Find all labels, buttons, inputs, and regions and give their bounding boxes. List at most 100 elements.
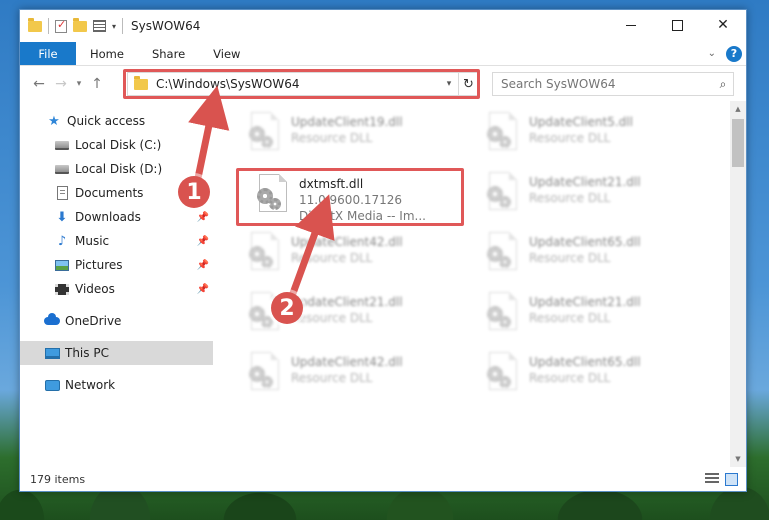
- list-item[interactable]: UpdateClient65.dll Resource DLL: [485, 232, 641, 280]
- sidebar-item-pictures[interactable]: Pictures 📌: [20, 253, 213, 277]
- file-name: UpdateClient65.dll: [529, 235, 641, 249]
- list-item[interactable]: UpdateClient42.dll Resource DLL: [247, 232, 403, 280]
- sidebar-item-local-disk-c[interactable]: Local Disk (C:): [20, 133, 213, 157]
- large-icons-view-icon[interactable]: [725, 472, 738, 486]
- dll-file-icon: [247, 352, 281, 394]
- document-icon: [54, 186, 70, 200]
- pin-icon[interactable]: 📌: [197, 236, 209, 247]
- pin-icon[interactable]: 📌: [197, 212, 209, 223]
- list-item[interactable]: UpdateClient21.dll Resource DLL: [247, 292, 403, 340]
- close-icon: ✕: [717, 17, 729, 33]
- sidebar-item-label: Pictures: [75, 258, 123, 272]
- sidebar-item-label: Downloads: [75, 210, 141, 224]
- window-title: SysWOW64: [131, 19, 201, 33]
- download-icon: ⬇: [56, 209, 68, 225]
- dll-file-icon: [485, 232, 519, 274]
- sidebar-item-label: Network: [65, 378, 116, 392]
- file-name: dxtmsft.dll: [299, 177, 364, 191]
- chevron-down-icon: ▾: [76, 79, 82, 89]
- star-icon: ★: [48, 113, 60, 129]
- dll-file-icon: [485, 292, 519, 334]
- scrollbar-thumb[interactable]: [732, 119, 744, 167]
- sidebar-item-downloads[interactable]: ⬇ Downloads 📌: [20, 205, 213, 229]
- file-type: Resource DLL: [529, 191, 611, 205]
- dll-file-icon: [485, 112, 519, 154]
- list-item[interactable]: UpdateClient21.dll Resource DLL: [485, 292, 641, 340]
- expand-ribbon-chevron-icon[interactable]: ⌄: [708, 48, 716, 59]
- address-dropdown-chevron-icon[interactable]: ▾: [440, 79, 458, 89]
- dll-file-icon: [485, 352, 519, 394]
- close-button[interactable]: ✕: [700, 10, 746, 40]
- help-icon[interactable]: ?: [726, 45, 742, 62]
- sidebar-item-label: Local Disk (D:): [75, 162, 163, 176]
- tab-share[interactable]: Share: [138, 42, 199, 65]
- back-button[interactable]: ←: [28, 73, 50, 95]
- tab-file[interactable]: File: [20, 42, 76, 65]
- selected-file-item[interactable]: dxtmsft.dll 11.0.9600.17126 DirectX Medi…: [255, 174, 426, 223]
- step-1-badge: 1: [178, 176, 210, 208]
- search-input[interactable]: [501, 77, 713, 91]
- pin-icon[interactable]: 📌: [197, 284, 209, 295]
- scroll-up-icon[interactable]: ▲: [730, 101, 746, 117]
- maximize-button[interactable]: [654, 10, 700, 40]
- file-name: UpdateClient5.dll: [529, 115, 633, 129]
- ribbon-tabs: File Home Share View ⌄ ?: [20, 42, 746, 66]
- sidebar-item-label: Documents: [75, 186, 144, 200]
- back-arrow-icon: ←: [33, 76, 45, 92]
- recent-locations-button[interactable]: ▾: [72, 73, 86, 95]
- sidebar-item-this-pc[interactable]: This PC: [20, 341, 213, 365]
- tab-view[interactable]: View: [199, 42, 254, 65]
- step-2-badge: 2: [271, 292, 303, 324]
- list-item[interactable]: UpdateClient19.dll Resource DLL: [247, 112, 403, 160]
- explorer-window: ▾ SysWOW64 ✕ File Home Share View ⌄ ? ← …: [19, 9, 747, 492]
- pc-icon: [44, 346, 60, 360]
- list-item[interactable]: UpdateClient21.dll Resource DLL: [485, 172, 641, 220]
- search-box[interactable]: ⌕: [492, 72, 734, 96]
- forward-button[interactable]: →: [50, 73, 72, 95]
- vertical-scrollbar[interactable]: ▲ ▼: [730, 101, 746, 467]
- sidebar-item-quick-access[interactable]: ★ Quick access: [20, 109, 213, 133]
- list-item[interactable]: UpdateClient65.dll Resource DLL: [485, 352, 641, 400]
- folder-icon[interactable]: [28, 17, 42, 32]
- file-name: UpdateClient42.dll: [291, 355, 403, 369]
- file-list: UpdateClient19.dll Resource DLL UpdateCli…: [225, 102, 730, 467]
- up-arrow-icon: ↑: [91, 76, 103, 92]
- scroll-down-icon[interactable]: ▼: [730, 451, 746, 467]
- sidebar-item-label: OneDrive: [65, 314, 122, 328]
- network-icon: [44, 378, 60, 392]
- tab-home[interactable]: Home: [76, 42, 138, 65]
- disk-icon: [54, 138, 70, 152]
- minimize-button[interactable]: [608, 10, 654, 40]
- sidebar-item-videos[interactable]: Videos 📌: [20, 277, 213, 301]
- file-version: 11.0.9600.17126: [299, 193, 403, 207]
- navigation-pane: ★ Quick access Local Disk (C:) Local Dis…: [20, 109, 213, 467]
- customize-toolbar-chevron-icon[interactable]: ▾: [112, 22, 116, 31]
- file-type: Resource DLL: [529, 131, 611, 145]
- sidebar-item-network[interactable]: Network: [20, 373, 213, 397]
- file-type: Resource DLL: [291, 131, 373, 145]
- details-view-icon[interactable]: [705, 472, 719, 485]
- file-description: DirectX Media -- Im...: [299, 209, 426, 223]
- new-folder-icon[interactable]: [73, 17, 87, 32]
- sidebar-item-music[interactable]: ♪ Music 📌: [20, 229, 213, 253]
- pin-icon[interactable]: 📌: [197, 260, 209, 271]
- properties-icon[interactable]: [93, 20, 106, 32]
- quick-access-toolbar: ▾: [20, 17, 124, 34]
- search-icon[interactable]: ⌕: [713, 77, 733, 92]
- sidebar-item-local-disk-d[interactable]: Local Disk (D:): [20, 157, 213, 181]
- list-item[interactable]: UpdateClient5.dll Resource DLL: [485, 112, 633, 160]
- dll-file-icon: [247, 232, 281, 274]
- address-path[interactable]: C:\Windows\SysWOW64: [156, 77, 440, 91]
- refresh-icon[interactable]: ↻: [458, 73, 478, 95]
- sidebar-item-onedrive[interactable]: OneDrive: [20, 309, 213, 333]
- list-item[interactable]: UpdateClient42.dll Resource DLL: [247, 352, 403, 400]
- address-bar[interactable]: C:\Windows\SysWOW64 ▾ ↻: [127, 72, 479, 96]
- file-type: Resource DLL: [291, 251, 373, 265]
- file-name: UpdateClient21.dll: [529, 295, 641, 309]
- up-button[interactable]: ↑: [86, 73, 108, 95]
- properties-check-icon[interactable]: [55, 18, 67, 33]
- view-buttons: [705, 472, 746, 486]
- file-name: UpdateClient21.dll: [529, 175, 641, 189]
